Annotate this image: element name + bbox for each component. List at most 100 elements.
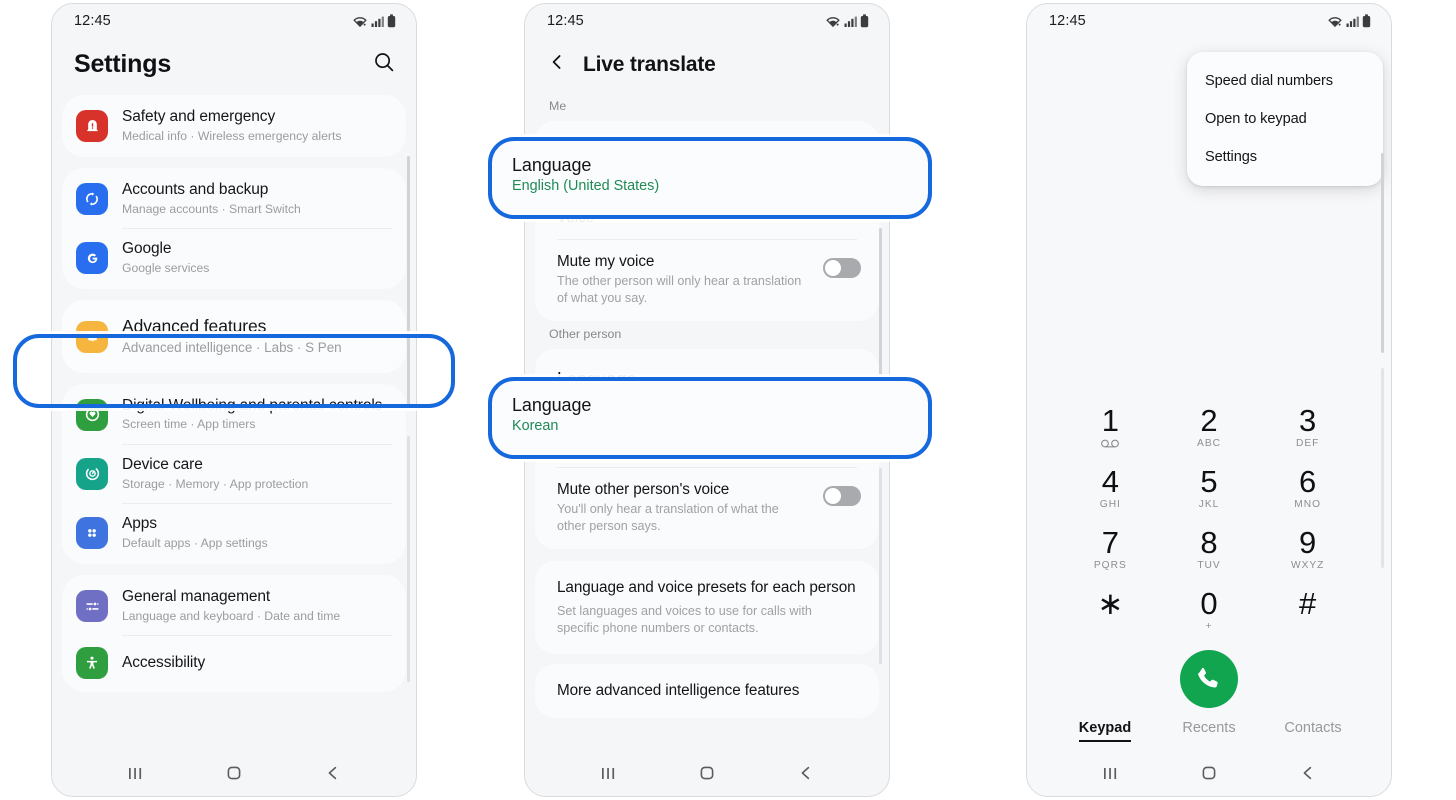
settings-row-title: Digital Wellbeing and parental controls	[122, 396, 383, 414]
settings-row-text: General management Language and keyboard…	[122, 588, 340, 624]
status-bar: 12:45	[1027, 4, 1391, 38]
mute-other-voice-row[interactable]: Mute other person's voice You'll only he…	[535, 468, 879, 549]
dialpad-key-7[interactable]: 7 PQRS	[1061, 518, 1160, 579]
settings-row-subtitle: Advanced intelligence · Labs · S Pen	[122, 339, 342, 355]
tab-recents-label: Recents	[1182, 720, 1236, 736]
section-label-other-person: Other person	[549, 327, 622, 342]
dialpad-key-star[interactable]: ∗	[1061, 579, 1160, 640]
menu-item-settings[interactable]: Settings	[1187, 138, 1383, 176]
settings-row-google[interactable]: Google Google services	[62, 229, 406, 287]
menu-item-open-to-keypad[interactable]: Open to keypad	[1187, 100, 1383, 138]
system-navbar	[52, 750, 416, 796]
mute-other-voice-toggle[interactable]	[823, 486, 861, 507]
mute-other-voice-text: Mute other person's voice You'll only he…	[557, 481, 809, 534]
settings-row-accessibility[interactable]: Accessibility	[62, 636, 406, 690]
back-icon[interactable]	[796, 763, 816, 783]
dialpad-letters: MNO	[1294, 499, 1322, 510]
dialpad: 1 2 ABC 3 DEF 4 GHI 5 JKL 6 MNO 7 PQRS 8…	[1027, 396, 1391, 640]
dialpad-key-4[interactable]: 4 GHI	[1061, 457, 1160, 518]
menu-item-speed-dial-numbers[interactable]: Speed dial numbers	[1187, 62, 1383, 100]
back-icon[interactable]	[1298, 763, 1318, 783]
dialpad-key-9[interactable]: 9 WXYZ	[1258, 518, 1357, 579]
mute-my-voice-text: Mute my voice The other person will only…	[557, 253, 809, 306]
presets-card: Language and voice presets for each pers…	[535, 561, 879, 655]
tab-contacts[interactable]: Contacts	[1261, 720, 1365, 736]
settings-row-device-care[interactable]: Device care Storage · Memory · App prote…	[62, 445, 406, 503]
settings-scrollbar-lower[interactable]	[407, 436, 410, 682]
dialer-scrollbar-lower[interactable]	[1381, 368, 1384, 568]
status-clock: 12:45	[74, 13, 111, 29]
dialpad-letters	[1258, 621, 1357, 633]
settings-row-title: Apps	[122, 514, 157, 532]
google-icon	[76, 242, 108, 275]
back-chevron-icon[interactable]	[547, 52, 567, 77]
dialpad-letters: PQRS	[1093, 560, 1127, 571]
mute-my-voice-title: Mute my voice	[557, 253, 655, 270]
settings-row-advanced-features[interactable]: Advanced features Advanced intelligence …	[62, 302, 406, 370]
call-button[interactable]	[1180, 650, 1238, 708]
status-clock: 12:45	[1049, 13, 1086, 29]
settings-scrollbar[interactable]	[407, 156, 410, 406]
status-icons	[1327, 14, 1371, 28]
settings-group: Digital Wellbeing and parental controls …	[62, 383, 406, 565]
recents-icon[interactable]	[125, 764, 145, 782]
mute-my-voice-toggle[interactable]	[823, 258, 861, 278]
settings-group: Safety and emergency Medical info · Wire…	[62, 95, 406, 158]
presets-row[interactable]: Language and voice presets for each pers…	[535, 561, 879, 654]
more-features-row[interactable]: More advanced intelligence features	[535, 664, 879, 718]
search-icon[interactable]	[372, 50, 396, 79]
dialpad-key-8[interactable]: 8 TUV	[1160, 518, 1259, 579]
dialpad-key-3[interactable]: 3 DEF	[1258, 396, 1357, 457]
dialpad-key-2[interactable]: 2 ABC	[1160, 396, 1259, 457]
accounts-backup-icon	[76, 183, 108, 216]
settings-screen: 12:45 Settings Safety and emergency Medi…	[52, 4, 416, 796]
settings-row-text: Advanced features Advanced intelligence …	[122, 316, 342, 356]
me-language-value-overlay: English (United States)	[512, 178, 660, 194]
dialpad-key-0[interactable]: 0 +	[1160, 579, 1259, 640]
settings-row-accounts-and-backup[interactable]: Accounts and backup Manage accounts · Sm…	[62, 170, 406, 228]
settings-row-title: Accessibility	[122, 653, 206, 671]
dialer-scrollbar[interactable]	[1381, 153, 1384, 353]
dialpad-key-6[interactable]: 6 MNO	[1258, 457, 1357, 518]
phone-dialer: 12:45 Speed dial numbers Open to keypad …	[1026, 3, 1392, 797]
dialpad-digit: 0	[1200, 586, 1218, 621]
recents-icon[interactable]	[598, 764, 618, 782]
dialer-screen: 12:45 Speed dial numbers Open to keypad …	[1027, 4, 1391, 796]
tab-contacts-label: Contacts	[1284, 720, 1342, 736]
mute-my-voice-row[interactable]: Mute my voice The other person will only…	[535, 240, 879, 321]
dialpad-digit: 4	[1101, 464, 1119, 499]
settings-row-digital-wellbeing[interactable]: Digital Wellbeing and parental controls …	[62, 386, 406, 444]
dialpad-row: 4 GHI 5 JKL 6 MNO	[1061, 457, 1357, 518]
screenshot-stage: 12:45 Settings Safety and emergency Medi…	[0, 0, 1456, 800]
settings-row-safety-and-emergency[interactable]: Safety and emergency Medical info · Wire…	[62, 97, 406, 155]
dialpad-letters: TUV	[1197, 560, 1221, 571]
status-bar: 12:45	[52, 4, 416, 38]
dialpad-key-hash[interactable]: #	[1258, 579, 1357, 640]
status-icons	[825, 14, 869, 28]
recents-icon[interactable]	[1100, 764, 1120, 782]
dialpad-digit: 3	[1299, 403, 1317, 438]
dialpad-digit: 7	[1101, 525, 1119, 560]
tab-keypad[interactable]: Keypad	[1053, 720, 1157, 742]
settings-row-title: General management	[122, 588, 271, 606]
safety-emergency-icon	[76, 110, 108, 143]
settings-row-text: Google Google services	[122, 240, 209, 276]
battery-icon	[387, 14, 396, 28]
settings-row-apps[interactable]: Apps Default apps · App settings	[62, 504, 406, 562]
home-icon[interactable]	[224, 763, 244, 783]
battery-icon	[860, 14, 869, 28]
tab-recents[interactable]: Recents	[1157, 720, 1261, 736]
page-title: Settings	[74, 50, 172, 78]
settings-row-general-management[interactable]: General management Language and keyboard…	[62, 577, 406, 635]
live-translate-scrollbar-lower[interactable]	[879, 468, 882, 664]
voicemail-icon	[1061, 438, 1160, 450]
home-icon[interactable]	[1199, 763, 1219, 783]
dialpad-key-1[interactable]: 1	[1061, 396, 1160, 457]
home-icon[interactable]	[697, 763, 717, 783]
dialpad-key-5[interactable]: 5 JKL	[1160, 457, 1259, 518]
back-icon[interactable]	[323, 763, 343, 783]
section-label-me: Me	[549, 99, 567, 113]
other-language-title-overlay: Language	[512, 395, 592, 415]
dialpad-digit: 2	[1200, 403, 1218, 438]
settings-header: Settings	[52, 38, 416, 95]
